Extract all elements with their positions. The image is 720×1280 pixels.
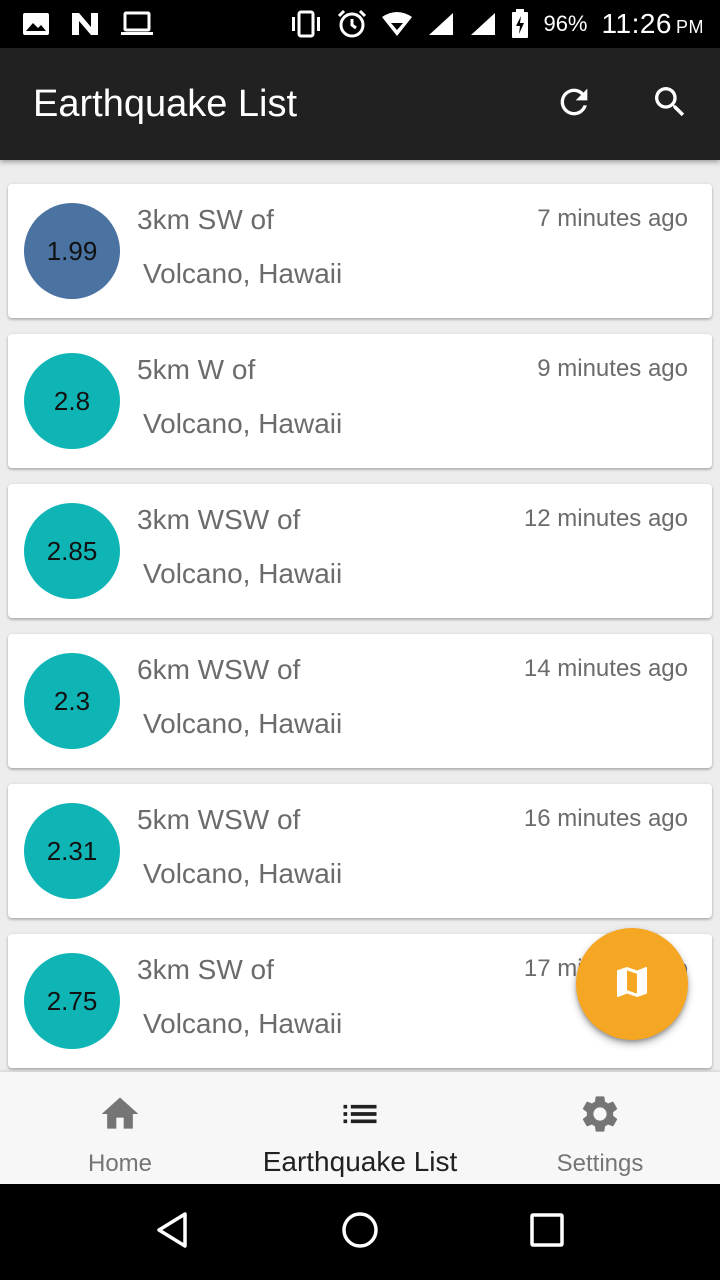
status-time: 11:26 PM	[601, 8, 704, 39]
location-primary: Volcano, Hawaii	[143, 558, 343, 589]
signal-icon	[427, 11, 455, 37]
back-icon	[153, 1210, 193, 1255]
list-item[interactable]: 2.85 3km WSW of Volcano, Hawaii 12 minut…	[8, 484, 712, 618]
bottom-navigation: Home Earthquake List Settings	[0, 1072, 720, 1184]
recents-icon	[529, 1212, 565, 1253]
time-ago: 12 minutes ago	[523, 505, 688, 532]
time-ago: 14 minutes ago	[523, 655, 688, 682]
location-primary: Volcano, Hawaii	[143, 708, 343, 739]
status-bar: 96% 11:26 PM	[0, 0, 720, 48]
magnitude-badge: 1.99	[24, 203, 120, 299]
location-offset: 3km SW of	[137, 954, 274, 985]
time-ago: 7 minutes ago	[537, 205, 688, 232]
location-offset: 6km WSW of	[137, 654, 301, 685]
magnitude-badge: 2.31	[24, 803, 120, 899]
back-button[interactable]	[133, 1192, 213, 1272]
magnitude-badge: 2.8	[24, 353, 120, 449]
system-nav-bar	[0, 1184, 720, 1280]
nav-label-home: Home	[87, 1150, 153, 1177]
list-icon	[338, 1092, 382, 1136]
list-item[interactable]: 2.3 6km WSW of Volcano, Hawaii 14 minute…	[8, 634, 712, 768]
map-fab-button[interactable]	[576, 928, 688, 1040]
home-icon	[98, 1092, 142, 1136]
location-primary: Volcano, Hawaii	[143, 858, 343, 889]
location-offset: 5km WSW of	[137, 804, 301, 835]
signal-icon	[469, 11, 497, 37]
location-offset: 3km SW of	[137, 204, 274, 235]
search-button[interactable]	[622, 56, 718, 152]
app-bar: Earthquake List	[0, 48, 720, 160]
time-ago: 16 minutes ago	[523, 805, 688, 832]
location-offset: 5km W of	[137, 354, 256, 385]
nav-item-settings[interactable]: Settings	[480, 1072, 720, 1184]
refresh-icon	[554, 82, 594, 127]
list-item[interactable]: 1.99 3km SW of Volcano, Hawaii 7 minutes…	[8, 184, 712, 318]
battery-charging-icon	[511, 9, 529, 39]
home-circle-icon	[340, 1210, 380, 1255]
list-item[interactable]: 2.8 5km W of Volcano, Hawaii 9 minutes a…	[8, 334, 712, 468]
wifi-icon	[381, 11, 413, 37]
search-icon	[650, 82, 690, 127]
alarm-icon	[337, 9, 367, 39]
battery-percent: 96%	[543, 11, 588, 36]
list-item[interactable]: 2.31 5km WSW of Volcano, Hawaii 16 minut…	[8, 784, 712, 918]
page-title: Earthquake List	[33, 82, 298, 125]
vibrate-icon	[289, 10, 323, 38]
gear-icon	[578, 1092, 622, 1136]
home-system-button[interactable]	[320, 1192, 400, 1272]
location-primary: Volcano, Hawaii	[143, 1008, 343, 1039]
laptop-icon	[120, 11, 154, 37]
nav-label-settings: Settings	[556, 1150, 644, 1177]
time-ago: 9 minutes ago	[537, 355, 688, 382]
magnitude-badge: 2.75	[24, 953, 120, 1049]
location-offset: 3km WSW of	[137, 504, 301, 535]
nav-item-earthquake-list[interactable]: Earthquake List	[240, 1072, 480, 1184]
n-icon	[70, 11, 100, 37]
image-icon	[22, 12, 50, 36]
refresh-button[interactable]	[526, 56, 622, 152]
location-primary: Volcano, Hawaii	[143, 258, 343, 289]
magnitude-badge: 2.3	[24, 653, 120, 749]
map-icon	[612, 962, 652, 1007]
nav-item-home[interactable]: Home	[0, 1072, 240, 1184]
magnitude-badge: 2.85	[24, 503, 120, 599]
nav-label-earthquake-list: Earthquake List	[262, 1146, 458, 1177]
recents-button[interactable]	[507, 1192, 587, 1272]
location-primary: Volcano, Hawaii	[143, 408, 343, 439]
